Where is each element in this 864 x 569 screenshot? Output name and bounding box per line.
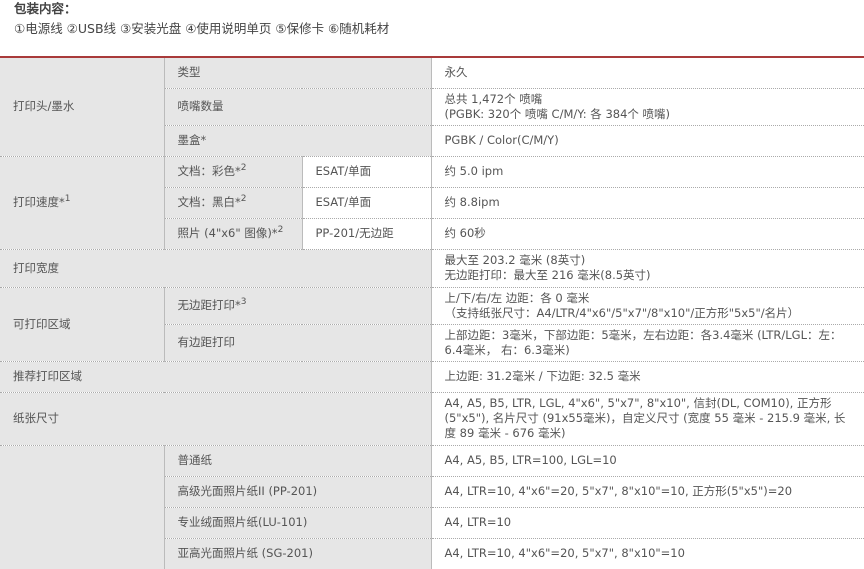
cell-type-label: 类型 <box>164 56 432 89</box>
footnote-marker: 2 <box>240 163 247 174</box>
spec-table: 打印头/墨水 类型 永久 喷嘴数量 总共 1,472个 喷嘴 (PGBK: 32… <box>0 56 864 569</box>
cell-bordered-value: 上部边距：3毫米，下部边距：5毫米，左右边距：各3.4毫米 (LTR/LGL：左… <box>431 324 864 362</box>
cell-borderless-value: 上/下/右/左 边距：各 0 毫米 （支持纸张尺寸：A4/LTR/4"x6"/5… <box>431 287 864 325</box>
cell-media-label: 亚高光面照片纸 (SG-201) <box>164 538 432 569</box>
cell-doc-mono-label: 文档：黑白*2 <box>164 187 303 219</box>
borderless-margins: 上/下/右/左 边距：各 0 毫米 <box>444 290 590 305</box>
cell-doc-color-label: 文档：彩色*2 <box>164 156 303 188</box>
footnote-marker: 1 <box>64 194 71 205</box>
speed-label-text: 打印速度* <box>13 195 65 209</box>
row-label-paper-size: 纸张尺寸 <box>0 392 432 446</box>
row-label-print-width: 打印宽度 <box>0 249 432 288</box>
row-label-speed: 打印速度*1 <box>0 156 165 250</box>
table-row: 普通纸 A4, A5, B5, LTR=100, LGL=10 <box>0 445 864 569</box>
borderless-text: 无边距打印* <box>177 298 241 312</box>
cell-bordered-label: 有边距打印 <box>164 324 432 362</box>
doc-color-text: 文档：彩色* <box>177 164 241 178</box>
cell-media-value: A4, LTR=10, 4"x6"=20, 5"x7", 8"x10"=10 <box>431 538 864 569</box>
cell-media-label: 普通纸 <box>164 445 432 477</box>
cell-photo-value: 约 60秒 <box>431 218 864 250</box>
print-width-max: 最大至 203.2 毫米 (8英寸) <box>444 253 586 267</box>
cell-media-value: A4, A5, B5, LTR=100, LGL=10 <box>431 445 864 477</box>
cell-photo-label: 照片 (4"x6" 图像)*2 <box>164 218 303 250</box>
cell-media-label: 高级光面照片纸II (PP-201) <box>164 476 432 508</box>
photo-text: 照片 (4"x6" 图像)* <box>177 226 278 240</box>
nozzles-total: 总共 1,472个 喷嘴 <box>444 91 543 106</box>
cell-media-value: A4, LTR=10, 4"x6"=20, 5"x7", 8"x10"=10, … <box>431 476 864 508</box>
row-label-paper-capacity <box>0 445 165 569</box>
cell-paper-size-value: A4, A5, B5, LTR, LGL, 4"x6", 5"x7", 8"x1… <box>431 392 864 446</box>
print-width-borderless: 无边距打印：最大至 216 毫米(8.5英寸) <box>444 268 651 282</box>
table-row: 推荐打印区域 上边距: 31.2毫米 / 下边距: 32.5 毫米 <box>0 361 864 393</box>
package-contents-title: 包装内容： <box>14 1 77 16</box>
table-row: 打印速度*1 文档：彩色*2 ESAT/单面 约 5.0 ipm <box>0 156 864 250</box>
cell-doc-color-mode: ESAT/单面 <box>302 156 432 188</box>
cell-ink-label: 墨盒* <box>164 125 432 157</box>
footnote-marker: 2 <box>240 194 247 205</box>
footnote-marker: 2 <box>277 225 284 236</box>
row-label-printable-area: 可打印区域 <box>0 287 165 362</box>
cell-nozzles-value: 总共 1,472个 喷嘴 (PGBK: 320个 喷嘴 C/M/Y: 各 384… <box>431 88 864 126</box>
cell-borderless-label: 无边距打印*3 <box>164 287 432 325</box>
table-row: 可打印区域 无边距打印*3 上/下/右/左 边距：各 0 毫米 （支持纸张尺寸：… <box>0 287 864 362</box>
cell-photo-mode: PP-201/无边距 <box>302 218 432 250</box>
cell-doc-mono-mode: ESAT/单面 <box>302 187 432 219</box>
cell-nozzles-label: 喷嘴数量 <box>164 88 432 126</box>
cell-media-value: A4, LTR=10 <box>431 507 864 539</box>
doc-mono-text: 文档：黑白* <box>177 195 241 209</box>
table-row: 打印头/墨水 类型 永久 <box>0 56 864 157</box>
cell-doc-mono-value: 约 8.8ipm <box>431 187 864 219</box>
package-contents-list: ①电源线 ②USB线 ③安装光盘 ④使用说明单页 ⑤保修卡 ⑥随机耗材 <box>14 21 390 36</box>
cell-recommended-value: 上边距: 31.2毫米 / 下边距: 32.5 毫米 <box>431 361 864 393</box>
footnote-marker: 3 <box>240 297 247 308</box>
borderless-sizes: （支持纸张尺寸：A4/LTR/4"x6"/5"x7"/8"x10"/正方形"5x… <box>444 305 800 320</box>
row-label-recommended-area: 推荐打印区域 <box>0 361 432 393</box>
nozzles-breakdown: (PGBK: 320个 喷嘴 C/M/Y: 各 384个 喷嘴) <box>444 106 671 121</box>
cell-doc-color-value: 约 5.0 ipm <box>431 156 864 188</box>
cell-type-value: 永久 <box>431 56 864 89</box>
table-row: 纸张尺寸 A4, A5, B5, LTR, LGL, 4"x6", 5"x7",… <box>0 392 864 446</box>
cell-print-width-value: 最大至 203.2 毫米 (8英寸) 无边距打印：最大至 216 毫米(8.5英… <box>431 249 864 288</box>
cell-ink-value: PGBK / Color(C/M/Y) <box>431 125 864 157</box>
row-label-printhead: 打印头/墨水 <box>0 56 165 157</box>
cell-media-label: 专业绒面照片纸(LU-101) <box>164 507 432 539</box>
table-row: 打印宽度 最大至 203.2 毫米 (8英寸) 无边距打印：最大至 216 毫米… <box>0 249 864 288</box>
